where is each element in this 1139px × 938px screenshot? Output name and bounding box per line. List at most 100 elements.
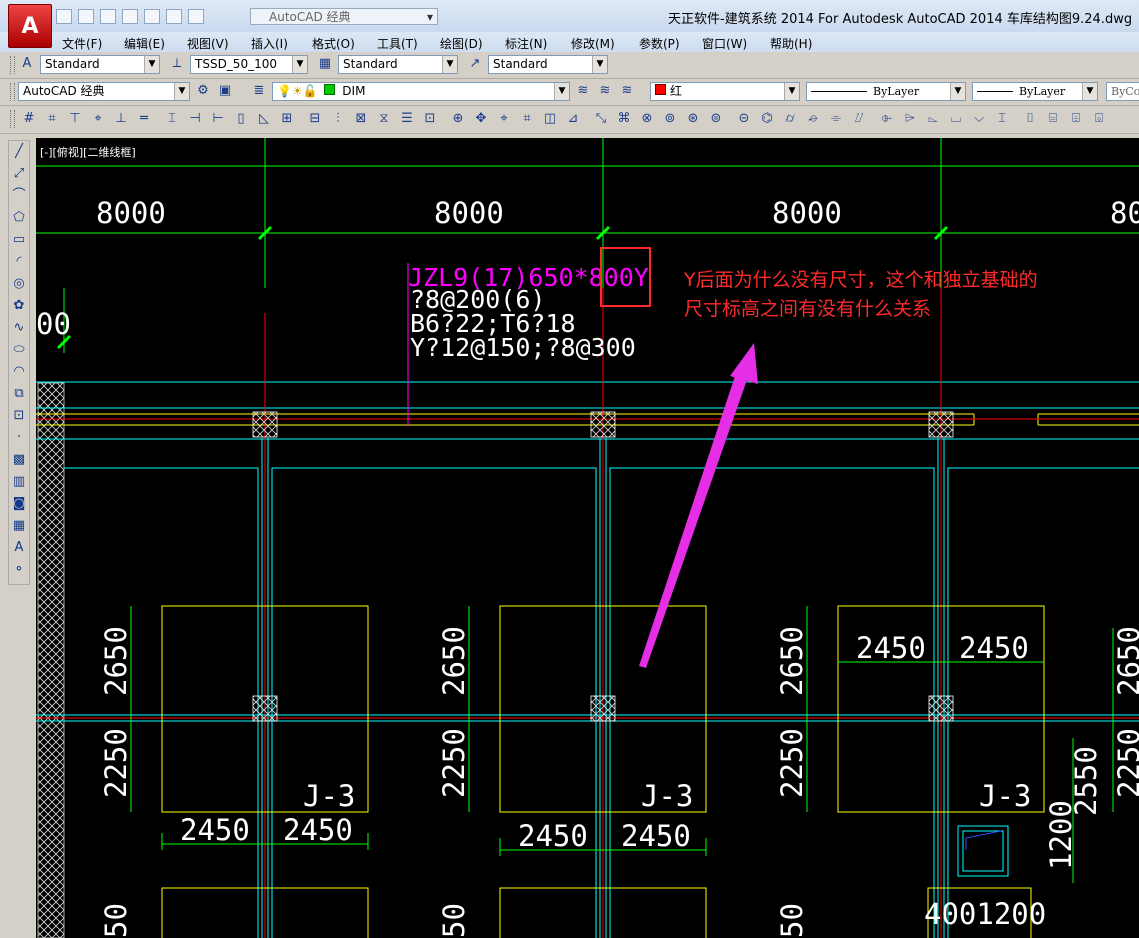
- toolbar-tool-icon[interactable]: ⌹: [1067, 110, 1085, 128]
- ellipse-icon[interactable]: ⬭: [9, 339, 29, 361]
- toolbar-tool-icon[interactable]: ⊠: [352, 110, 370, 128]
- toolbar-tool-icon[interactable]: ⊕: [449, 110, 467, 128]
- toolbar-tool-icon[interactable]: ⌶: [163, 110, 181, 128]
- menu-window[interactable]: 窗口(W): [702, 35, 747, 52]
- point-icon[interactable]: ·: [9, 427, 29, 449]
- toolbar-tool-icon[interactable]: ⌲: [901, 110, 919, 128]
- workspace-settings-icon[interactable]: ▣: [216, 82, 234, 100]
- toolbar-tool-icon[interactable]: ⊤: [66, 110, 84, 128]
- toolbar-tool-icon[interactable]: ⌮: [804, 110, 822, 128]
- menu-parameter[interactable]: 参数(P): [639, 35, 680, 52]
- saveas-icon[interactable]: [122, 9, 138, 24]
- toolbar-tool-icon[interactable]: ⌴: [947, 110, 965, 128]
- hatch-icon[interactable]: ▩: [9, 449, 29, 471]
- construction-line-icon[interactable]: ⤢: [9, 163, 29, 185]
- circle-icon[interactable]: ◎: [9, 273, 29, 295]
- toolbar-grip[interactable]: [10, 56, 15, 74]
- chevron-down-icon[interactable]: ▼: [442, 56, 457, 73]
- plotstyle-combo[interactable]: ByCo: [1106, 82, 1139, 101]
- mtext-icon[interactable]: A: [9, 537, 29, 559]
- workspace-select[interactable]: AutoCAD 经典 ▼: [18, 82, 190, 101]
- line-icon[interactable]: ╱: [9, 141, 29, 163]
- toolbar-tool-icon[interactable]: ◺: [255, 110, 273, 128]
- chevron-down-icon[interactable]: ▼: [174, 83, 189, 100]
- chevron-down-icon[interactable]: ▼: [554, 83, 569, 100]
- toolbar-tool-icon[interactable]: ⌖: [495, 110, 513, 128]
- toolbar-tool-icon[interactable]: ⧖: [375, 110, 393, 128]
- toolbar-tool-icon[interactable]: ◫: [541, 110, 559, 128]
- polygon-icon[interactable]: ⬠: [9, 207, 29, 229]
- toolbar-tool-icon[interactable]: ⊝: [735, 110, 753, 128]
- menu-help[interactable]: 帮助(H): [770, 35, 812, 52]
- open-icon[interactable]: [78, 9, 94, 24]
- mleader-style-combo[interactable]: Standard ▼: [488, 55, 608, 74]
- chevron-down-icon[interactable]: ▼: [950, 83, 965, 100]
- layer-manager-icon[interactable]: ≣: [250, 82, 268, 100]
- toolbar-tool-icon[interactable]: ⊞: [278, 110, 296, 128]
- menu-insert[interactable]: 插入(I): [251, 35, 288, 52]
- chevron-down-icon[interactable]: ▼: [144, 56, 159, 73]
- lineweight-combo[interactable]: ByLayer ▼: [972, 82, 1098, 101]
- print-icon[interactable]: [144, 9, 160, 24]
- toolbar-grip[interactable]: [10, 110, 15, 128]
- linetype-combo[interactable]: ByLayer ▼: [806, 82, 966, 101]
- toolbar-tool-icon[interactable]: ⊢: [209, 110, 227, 128]
- toolbar-tool-icon[interactable]: ⊜: [707, 110, 725, 128]
- text-style-combo[interactable]: Standard ▼: [40, 55, 160, 74]
- toolbar-grip[interactable]: [10, 83, 15, 101]
- toolbar-tool-icon[interactable]: ✥: [472, 110, 490, 128]
- toolbar-tool-icon[interactable]: ⌬: [758, 110, 776, 128]
- dim-style-icon[interactable]: ⟂: [168, 55, 186, 73]
- menu-view[interactable]: 视图(V): [187, 35, 229, 52]
- arc-icon[interactable]: ◜: [9, 251, 29, 273]
- layer-combo[interactable]: 💡☀🔓 DIM ▼: [272, 82, 570, 101]
- toolbar-tool-icon[interactable]: ⌯: [827, 110, 845, 128]
- chevron-down-icon[interactable]: ▼: [592, 56, 607, 73]
- undo-icon[interactable]: [166, 9, 182, 24]
- new-icon[interactable]: [56, 9, 72, 24]
- toolbar-tool-icon[interactable]: ⌸: [1044, 110, 1062, 128]
- toolbar-tool-icon[interactable]: ⌵: [970, 110, 988, 128]
- ellipse-arc-icon[interactable]: ◠: [9, 361, 29, 383]
- color-combo[interactable]: 红 ▼: [650, 82, 800, 101]
- toolbar-tool-icon[interactable]: ⊡: [421, 110, 439, 128]
- table-style-combo[interactable]: Standard ▼: [338, 55, 458, 74]
- spline-icon[interactable]: ∿: [9, 317, 29, 339]
- layer-previous-icon[interactable]: ≋: [596, 82, 614, 100]
- toolbar-tool-icon[interactable]: ⌱: [878, 110, 896, 128]
- toolbar-tool-icon[interactable]: ⌘: [615, 110, 633, 128]
- autocad-app-button[interactable]: A: [8, 4, 52, 48]
- toolbar-tool-icon[interactable]: ⫶: [329, 110, 347, 128]
- toolbar-tool-icon[interactable]: ⌗: [518, 110, 536, 128]
- chevron-down-icon[interactable]: ▼: [784, 83, 799, 100]
- make-block-icon[interactable]: ⊡: [9, 405, 29, 427]
- toolbar-tool-icon[interactable]: ⌺: [1090, 110, 1108, 128]
- menu-draw[interactable]: 绘图(D): [440, 35, 483, 52]
- toolbar-tool-icon[interactable]: ⌗: [43, 110, 61, 128]
- table-icon[interactable]: ▦: [9, 515, 29, 537]
- table-style-icon[interactable]: ▦: [316, 55, 334, 73]
- save-icon[interactable]: [100, 9, 116, 24]
- toolbar-tool-icon[interactable]: ═: [135, 110, 153, 128]
- mleader-style-icon[interactable]: ↗: [466, 55, 484, 73]
- toolbar-tool-icon[interactable]: ⤡: [592, 110, 610, 128]
- toolbar-tool-icon[interactable]: ⊿: [564, 110, 582, 128]
- toolbar-tool-icon[interactable]: ⌷: [1021, 110, 1039, 128]
- make-current-layer-icon[interactable]: ≋: [574, 82, 592, 100]
- toolbar-tool-icon[interactable]: ⊛: [684, 110, 702, 128]
- toolbar-tool-icon[interactable]: ⊣: [186, 110, 204, 128]
- toolbar-tool-icon[interactable]: ▯: [232, 110, 250, 128]
- layer-state-icon[interactable]: ≋: [618, 82, 636, 100]
- gradient-icon[interactable]: ▥: [9, 471, 29, 493]
- toolbar-tool-icon[interactable]: ☰: [398, 110, 416, 128]
- polyline-icon[interactable]: ⌒: [9, 185, 29, 207]
- viewport-label[interactable]: [-][俯视][二维线框]: [40, 145, 136, 159]
- toolbar-tool-icon[interactable]: ⌭: [781, 110, 799, 128]
- rectangle-icon[interactable]: ▭: [9, 229, 29, 251]
- toolbar-tool-icon[interactable]: #: [20, 110, 38, 128]
- menu-dimension[interactable]: 标注(N): [505, 35, 547, 52]
- menu-edit[interactable]: 编辑(E): [124, 35, 165, 52]
- text-style-icon[interactable]: A: [18, 55, 36, 73]
- menu-format[interactable]: 格式(O): [312, 35, 355, 52]
- toolbar-tool-icon[interactable]: ⌰: [850, 110, 868, 128]
